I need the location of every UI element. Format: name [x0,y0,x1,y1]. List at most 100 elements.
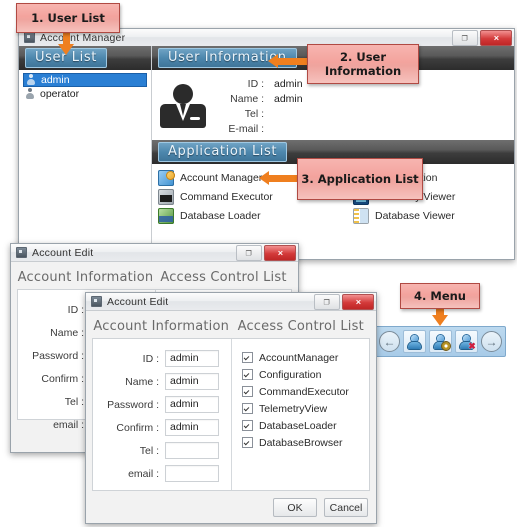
name-field[interactable]: admin [165,373,219,390]
tab-account-information[interactable]: Account Information [17,270,154,289]
field-label: Name : [125,375,159,388]
field-value: admin [274,77,303,90]
list-item-label: Account Manager [180,171,263,184]
checkbox-label: DatabaseLoader [259,419,337,432]
callout-2-arrow-shaft [277,58,309,65]
dialog-front-window-buttons: ❐ ✕ [314,294,374,310]
ok-button[interactable]: OK [273,498,317,517]
close-icon: ✕ [493,34,499,42]
user-avatar-icon [160,84,206,128]
field-label: Name : [230,92,264,105]
close-button[interactable]: ✕ [480,30,512,46]
restore-icon: ❐ [323,298,331,306]
field-label: Tel : [244,107,264,120]
callout-3: 3. Application List [297,158,423,200]
account-manager-window: Account Manager ❐ ✕ User List admin oper… [18,28,515,260]
dialog-front-body: ID : admin Name : admin Password : admin… [92,338,370,491]
list-item[interactable]: admin [23,73,147,87]
field-email: E-mail : [212,121,303,136]
callout-2: 2. User Information [307,44,419,84]
checkbox-label: CommandExecutor [259,385,349,398]
menu-toolbar: ← ✖ → [375,326,506,357]
id-field[interactable]: admin [165,350,219,367]
checkbox-label: TelemetryView [259,402,328,415]
close-button[interactable]: ✕ [342,294,374,310]
restore-button[interactable]: ❐ [314,294,340,310]
tab-access-control-list[interactable]: Access Control List [232,319,371,338]
add-user-icon [407,334,422,349]
main-window-title: Account Manager [40,31,126,44]
database-loader-icon [158,207,174,224]
checkbox-icon[interactable] [242,403,253,414]
user-list[interactable]: admin operator [19,70,151,259]
dialog-back-window-buttons: ❐ ✕ [236,245,296,261]
field-label: Tel : [64,395,84,408]
checkbox-icon[interactable] [242,369,253,380]
callout-2-arrow-head [268,54,278,68]
close-icon: ✕ [355,298,361,306]
list-item[interactable]: operator [23,87,147,100]
checkbox-row[interactable]: DatabaseLoader [242,417,369,434]
checkbox-label: Configuration [259,368,322,381]
callout-3-arrow-shaft [268,175,300,182]
password-field[interactable]: admin [165,396,219,413]
app-icon [91,296,102,307]
delete-user-button[interactable]: ✖ [455,330,478,353]
field-label: ID : [142,352,159,365]
close-button[interactable]: ✕ [264,245,296,261]
restore-button[interactable]: ❐ [452,30,478,46]
checkbox-row[interactable]: CommandExecutor [242,383,369,400]
list-item[interactable]: Database Viewer [353,206,514,225]
field-name: Name : admin [93,370,225,393]
checkbox-icon[interactable] [242,386,253,397]
tel-field[interactable] [165,442,219,459]
callout-1: 1. User List [16,3,120,33]
checkbox-icon[interactable] [242,352,253,363]
user-icon [26,74,36,86]
cancel-button[interactable]: Cancel [324,498,368,517]
field-label: Password : [32,349,84,362]
field-email: email : [93,462,225,485]
tab-account-information[interactable]: Account Information [92,319,231,338]
field-label: ID : [67,303,84,316]
restore-button[interactable]: ❐ [236,245,262,261]
dialog-front-title: Account Edit [107,295,169,308]
field-label: Name : [50,326,84,339]
restore-icon: ❐ [245,249,253,257]
field-label: Tel : [139,444,159,457]
add-user-button[interactable] [403,330,426,353]
application-list-header: Application List [158,142,288,162]
field-label: Confirm : [41,372,84,385]
list-item[interactable]: Database Loader [158,206,333,225]
checkbox-icon[interactable] [242,420,253,431]
previous-button[interactable]: ← [379,331,400,352]
field-password: Password : admin [93,393,225,416]
list-item-label: Database Viewer [375,209,455,222]
dialog-front-access-control-list: AccountManager Configuration CommandExec… [231,339,369,490]
next-button[interactable]: → [481,331,502,352]
callout-4: 4. Menu [400,283,480,309]
field-id: ID : admin [212,76,303,91]
dialog-back-titlebar: Account Edit ❐ ✕ [11,244,298,262]
checkbox-icon[interactable] [242,437,253,448]
edit-user-icon [433,334,450,350]
field-label: E-mail : [228,122,264,135]
field-id: ID : admin [93,347,225,370]
list-item-label: operator [40,87,80,100]
restore-icon: ❐ [461,34,469,42]
field-label: ID : [247,77,264,90]
email-field[interactable] [165,465,219,482]
checkbox-row[interactable]: Configuration [242,366,369,383]
database-viewer-icon [353,207,369,224]
checkbox-label: AccountManager [259,351,339,364]
checkbox-row[interactable]: AccountManager [242,349,369,366]
checkbox-row[interactable]: DatabaseBrowser [242,434,369,451]
list-item-label: Command Executor [180,190,273,203]
field-confirm: Confirm : admin [93,416,225,439]
edit-user-button[interactable] [429,330,452,353]
tab-access-control-list[interactable]: Access Control List [155,270,292,289]
field-label: Confirm : [116,421,159,434]
confirm-field[interactable]: admin [165,419,219,436]
callout-1-arrow-head [58,44,74,55]
checkbox-row[interactable]: TelemetryView [242,400,369,417]
